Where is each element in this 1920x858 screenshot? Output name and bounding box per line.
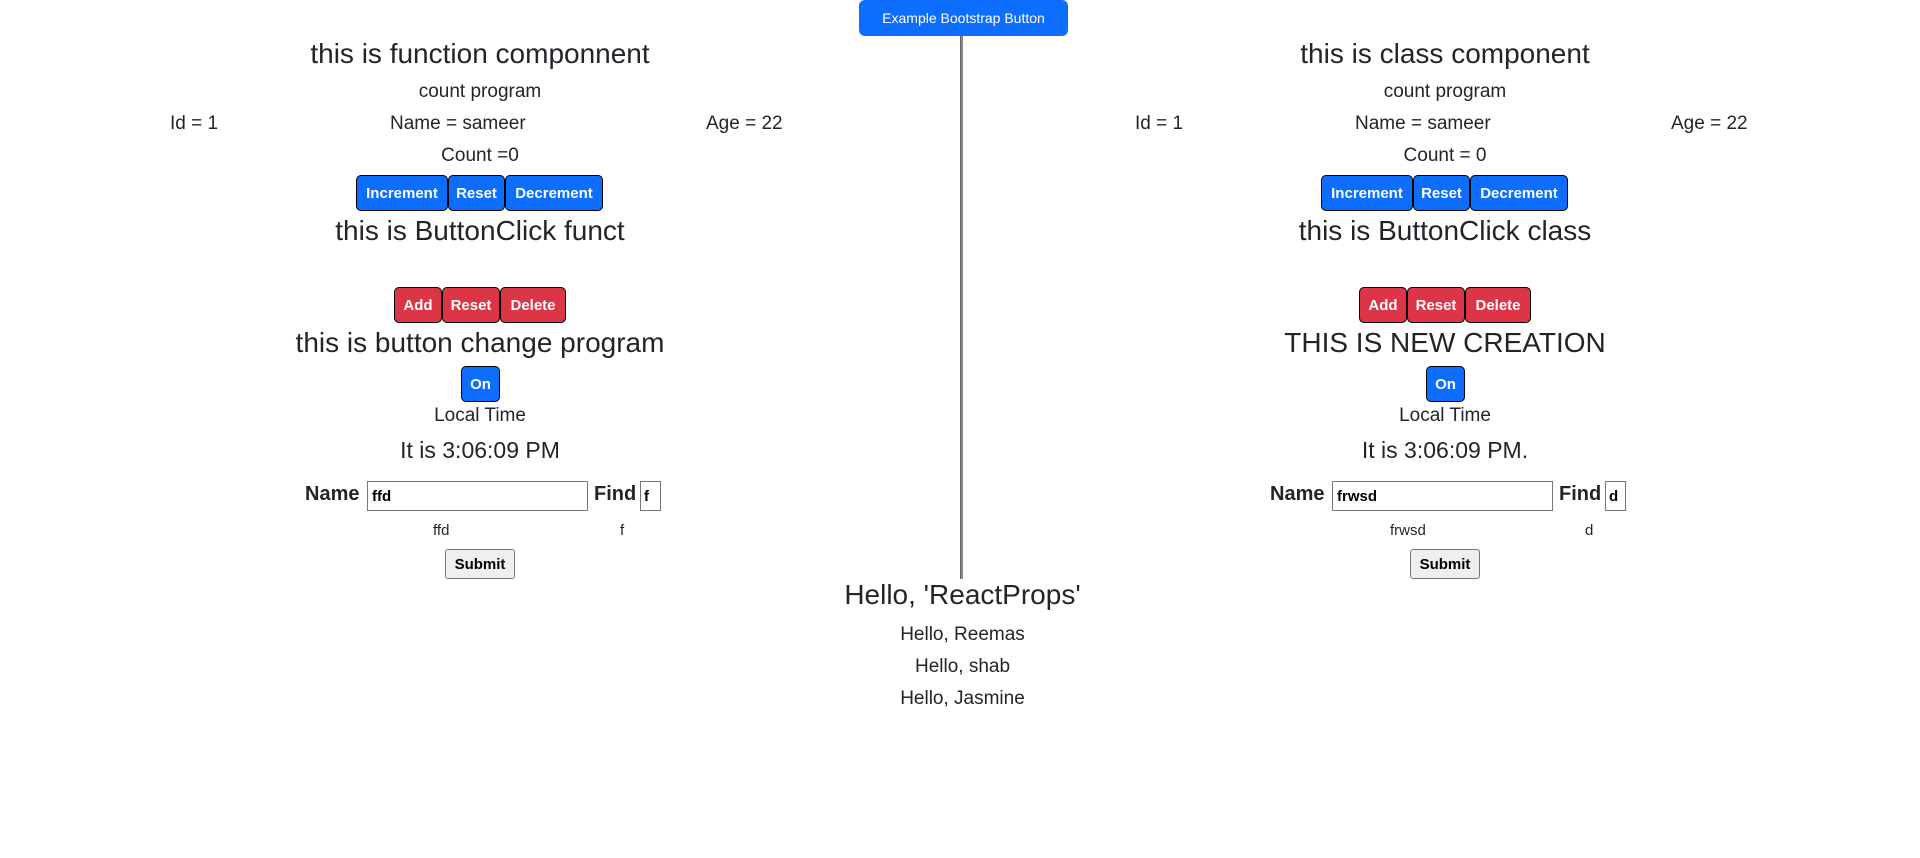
delete-button[interactable]: Delete	[500, 287, 566, 323]
find-echo: f	[620, 522, 625, 539]
button-click-title: this is ButtonClick class	[1298, 215, 1592, 246]
find-label: Find	[1559, 483, 1602, 505]
on-toggle-button[interactable]: On	[461, 366, 500, 402]
local-time-label: Local Time	[1399, 405, 1491, 426]
find-label: Find	[594, 483, 637, 505]
class-component-panel: this is class component count program Id…	[965, 0, 1920, 600]
new-creation-title: THIS IS NEW CREATION	[1284, 327, 1606, 358]
increment-button[interactable]: Increment	[1321, 175, 1413, 211]
vertical-divider	[960, 36, 963, 579]
name-text: Name = sameer	[390, 113, 526, 134]
function-component-panel: this is function componnent count progra…	[0, 0, 960, 600]
name-text: Name = sameer	[1355, 113, 1491, 134]
time-text: It is 3:06:09 PM	[400, 437, 560, 463]
increment-button[interactable]: Increment	[356, 175, 448, 211]
panel-title: this is class component	[1300, 38, 1590, 69]
find-echo: d	[1585, 522, 1594, 539]
submit-button[interactable]: Submit	[445, 549, 515, 579]
count-program-label: count program	[1383, 81, 1507, 102]
id-text: Id = 1	[1135, 113, 1184, 134]
name-label: Name	[305, 483, 360, 505]
greeting-item: Hello, Reemas	[900, 624, 1025, 645]
add-button[interactable]: Add	[394, 287, 442, 323]
count-text: Count =0	[441, 145, 519, 166]
on-toggle-button[interactable]: On	[1426, 366, 1465, 402]
decrement-button[interactable]: Decrement	[505, 175, 603, 211]
find-input[interactable]	[640, 481, 661, 511]
count-program-label: count program	[418, 81, 542, 102]
reset-button[interactable]: Reset	[442, 287, 500, 323]
props-heading: Hello, 'ReactProps'	[844, 579, 1081, 610]
age-text: Age = 22	[706, 113, 783, 134]
button-change-title: this is button change program	[295, 327, 665, 358]
find-input[interactable]	[1605, 481, 1626, 511]
id-text: Id = 1	[170, 113, 219, 134]
name-input[interactable]	[1332, 481, 1553, 511]
name-label: Name	[1270, 483, 1325, 505]
time-text: It is 3:06:09 PM.	[1361, 437, 1529, 463]
delete-button[interactable]: Delete	[1465, 287, 1531, 323]
count-text: Count = 0	[1403, 145, 1487, 166]
age-text: Age = 22	[1671, 113, 1748, 134]
local-time-label: Local Time	[434, 405, 526, 426]
reset-button[interactable]: Reset	[1407, 287, 1465, 323]
reset-count-button[interactable]: Reset	[448, 175, 505, 211]
add-button[interactable]: Add	[1359, 287, 1407, 323]
name-echo: ffd	[433, 522, 450, 539]
panel-title: this is function componnent	[310, 38, 650, 69]
reset-count-button[interactable]: Reset	[1413, 175, 1470, 211]
button-click-title: this is ButtonClick funct	[335, 215, 625, 246]
name-echo: frwsd	[1390, 522, 1426, 539]
decrement-button[interactable]: Decrement	[1470, 175, 1568, 211]
name-input[interactable]	[367, 481, 588, 511]
greeting-item: Hello, shab	[914, 656, 1011, 677]
greeting-item: Hello, Jasmine	[900, 688, 1025, 709]
submit-button[interactable]: Submit	[1410, 549, 1480, 579]
